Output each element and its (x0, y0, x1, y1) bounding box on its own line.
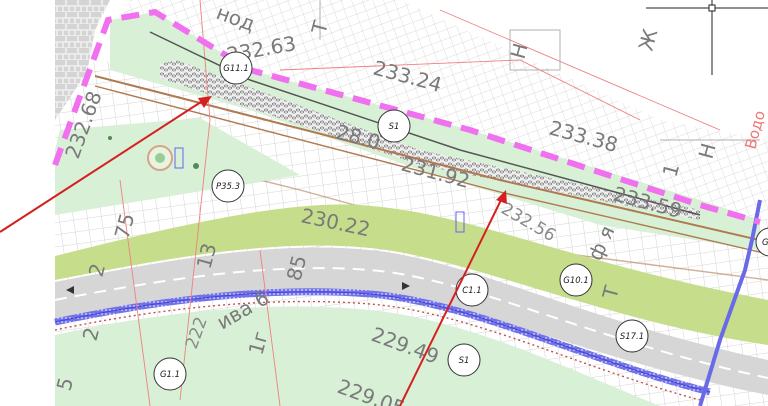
marker-label: S1 (389, 122, 400, 132)
marker-label: G (762, 238, 768, 248)
marker-circle[interactable]: S17.1 (615, 319, 649, 353)
site-plan-drawing: 232.63 233.24 233.38 233.59 230.22 231.9… (0, 0, 768, 406)
marker-label: G10.1 (563, 276, 589, 286)
marker-label: S17.1 (620, 332, 644, 342)
marker-label: G1.1 (160, 370, 180, 380)
marker-label: C1.1 (462, 286, 481, 296)
marker-circle[interactable]: G11.1 (219, 51, 253, 85)
marker-circle[interactable]: S1 (377, 109, 411, 143)
marker-label: S1 (459, 356, 470, 366)
marker-circle[interactable]: P35.3 (211, 169, 245, 203)
marker-circle[interactable]: G10.1 (559, 263, 593, 297)
site-plan-map[interactable]: 232.63 233.24 233.38 233.59 230.22 231.9… (0, 0, 768, 406)
marker-label: P35.3 (216, 182, 240, 192)
marker-circle[interactable]: G1.1 (153, 357, 187, 391)
marker-circle[interactable]: S1 (447, 343, 481, 377)
marker-circle[interactable]: C1.1 (455, 273, 489, 307)
marker-label: G11.1 (223, 64, 249, 74)
